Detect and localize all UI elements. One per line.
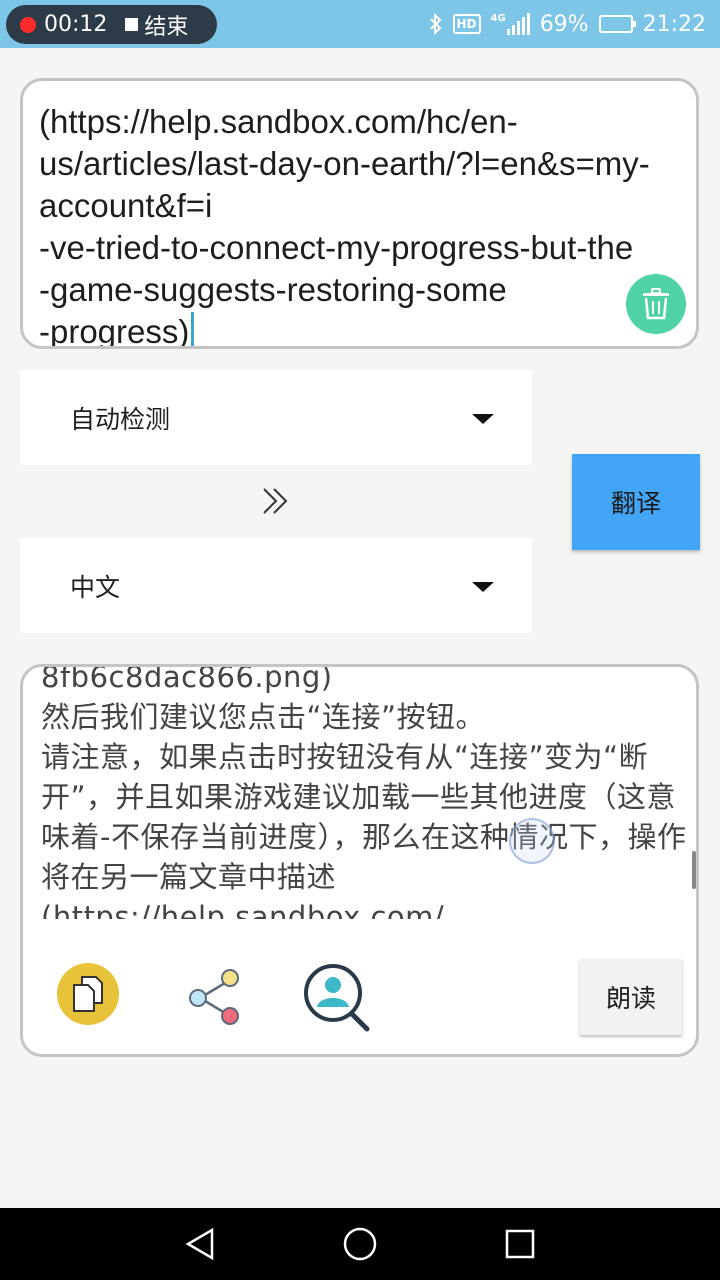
- target-language-select[interactable]: 中文: [20, 538, 532, 633]
- bluetooth-icon: [429, 13, 443, 35]
- recording-time: 00:12: [44, 12, 108, 37]
- copy-button[interactable]: [57, 963, 119, 1025]
- source-text-input[interactable]: (https://help.sandbox.com/hc/en-us/artic…: [20, 78, 699, 349]
- source-language-label: 自动检测: [70, 404, 171, 434]
- trash-icon: [643, 288, 669, 320]
- stop-icon: [125, 18, 139, 31]
- result-scroll-area[interactable]: 8fb6c8dac866.png) 然后我们建议您点击“连接”按钮。 请注意，如…: [23, 667, 696, 919]
- back-triangle-icon: [185, 1227, 214, 1261]
- double-chevron-right-icon[interactable]: [260, 485, 292, 517]
- text-caret: [191, 312, 195, 346]
- lookup-button[interactable]: [303, 963, 373, 1035]
- screen-recording-pill[interactable]: 00:12 结束: [6, 5, 217, 44]
- home-button[interactable]: [342, 1226, 378, 1262]
- network-type: 4G: [490, 13, 506, 24]
- share-icon: [189, 969, 239, 1025]
- stop-recording-label[interactable]: 结束: [144, 9, 188, 41]
- clock: 21:22: [642, 11, 706, 37]
- battery-percent: 69%: [539, 11, 589, 37]
- clear-button[interactable]: [626, 274, 686, 334]
- status-bar: 00:12 结束 HD 4G 69% 21:22: [0, 0, 720, 48]
- translate-button[interactable]: 翻译: [572, 454, 700, 550]
- source-language-select[interactable]: 自动检测: [20, 370, 532, 465]
- copy-icon: [73, 976, 103, 1012]
- battery-icon: [598, 15, 636, 33]
- hd-badge: HD: [452, 14, 481, 34]
- back-button[interactable]: [182, 1226, 218, 1262]
- scrollbar-thumb[interactable]: [692, 851, 696, 889]
- share-button[interactable]: [181, 963, 247, 1029]
- target-language-label: 中文: [70, 572, 121, 602]
- source-text: (https://help.sandbox.com/hc/en-us/artic…: [39, 103, 650, 349]
- navigation-bar: [0, 1208, 720, 1280]
- status-icons: HD 4G 69% 21:22: [419, 0, 706, 48]
- recents-button[interactable]: [502, 1226, 538, 1262]
- signal-icon: 4G: [491, 13, 530, 35]
- read-aloud-button[interactable]: 朗读: [580, 959, 682, 1035]
- home-circle-icon: [343, 1227, 377, 1261]
- recents-square-icon: [505, 1229, 535, 1259]
- dropdown-arrow-icon: [472, 414, 494, 424]
- result-text: 8fb6c8dac866.png) 然后我们建议您点击“连接”按钮。 请注意，如…: [41, 667, 687, 919]
- recording-dot-icon: [20, 16, 36, 33]
- translation-result-panel: 8fb6c8dac866.png) 然后我们建议您点击“连接”按钮。 请注意，如…: [20, 664, 699, 1057]
- dropdown-arrow-icon: [472, 582, 494, 592]
- touch-indicator: [509, 818, 555, 864]
- person-search-icon: [304, 964, 370, 1032]
